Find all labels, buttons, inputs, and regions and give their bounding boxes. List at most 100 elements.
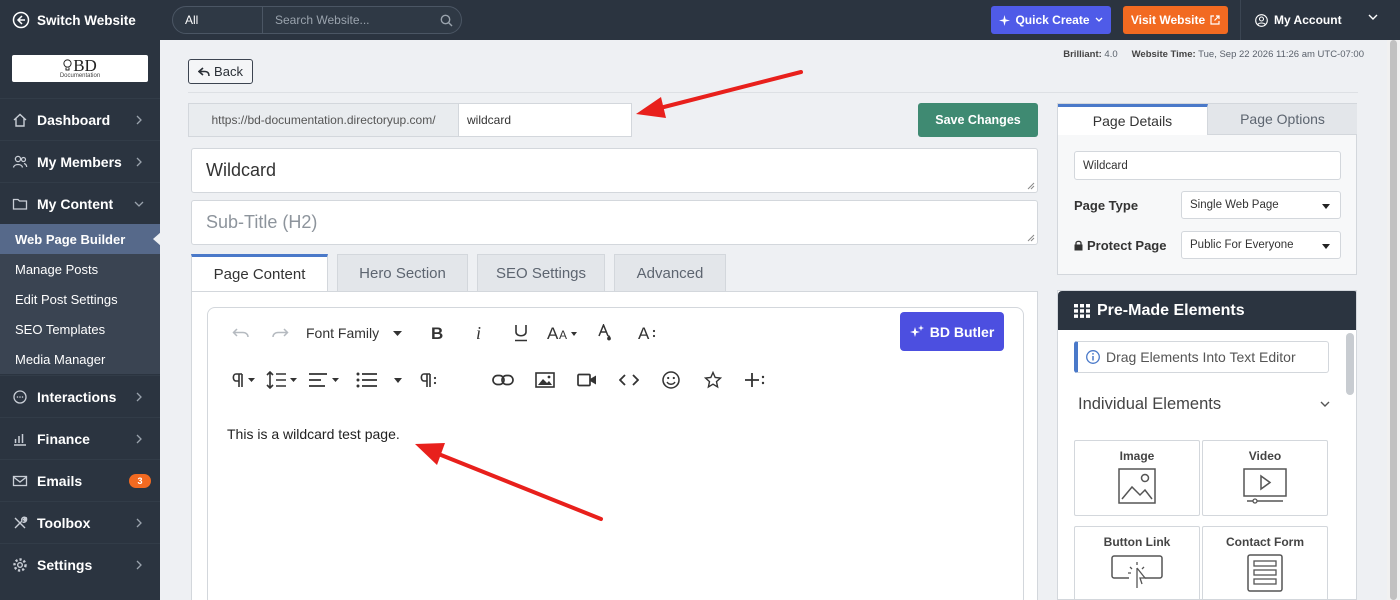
resize-grip-icon[interactable] (1027, 182, 1035, 190)
page-details-panel: Page Details Page Options Wildcard Page … (1057, 103, 1357, 275)
top-bar: Switch Website All Search Website... Qui… (0, 0, 1400, 40)
underline-icon[interactable] (500, 319, 542, 347)
list-options-caret-icon[interactable] (388, 366, 408, 394)
sidebar-item-label: Interactions (37, 388, 117, 405)
page-subtitle-input[interactable]: Sub-Title (H2) (191, 200, 1038, 245)
resize-grip-icon[interactable] (1027, 234, 1035, 242)
font-family-label: Font Family (306, 325, 380, 341)
panel-scrollbar[interactable] (1346, 333, 1354, 395)
sidebar-subitem-web-page-builder[interactable]: Web Page Builder (0, 224, 161, 254)
tab-page-options[interactable]: Page Options (1208, 104, 1357, 135)
protect-page-select[interactable]: Public For Everyone (1181, 231, 1341, 259)
sidebar-item-interactions[interactable]: Interactions (0, 375, 160, 417)
switch-website-label: Switch Website (37, 12, 136, 28)
paragraph-format-icon[interactable] (226, 366, 262, 394)
undo-icon[interactable] (228, 319, 254, 347)
chevron-right-icon (136, 518, 142, 528)
drag-hint-text: Drag Elements Into Text Editor (1106, 349, 1296, 365)
star-icon[interactable] (692, 366, 734, 394)
sidebar-item-my-content[interactable]: My Content (0, 182, 160, 224)
line-height-icon[interactable] (262, 366, 304, 394)
video-icon[interactable] (566, 366, 608, 394)
bold-icon[interactable]: B (416, 319, 458, 347)
page-name-input[interactable]: Wildcard (1074, 151, 1341, 180)
svg-text:A: A (638, 325, 650, 341)
editor-body-text[interactable]: This is a wildcard test page. (227, 426, 400, 442)
page-type-select[interactable]: Single Web Page (1181, 191, 1341, 219)
caret-down-icon (393, 330, 403, 336)
sidebar-item-label: My Members (37, 153, 122, 170)
page-title-input[interactable]: Wildcard (191, 148, 1038, 193)
link-icon[interactable] (482, 366, 524, 394)
quick-create-button[interactable]: Quick Create (991, 6, 1111, 34)
tab-advanced[interactable]: Advanced (614, 254, 726, 292)
redo-icon[interactable] (254, 319, 306, 347)
video-player-icon (1243, 468, 1287, 504)
sidebar-item-label: Settings (37, 556, 93, 573)
element-contact-form-card[interactable]: Contact Form (1202, 526, 1328, 599)
emoji-icon[interactable] (650, 366, 692, 394)
premade-elements-panel: Pre-Made Elements Drag Elements Into Tex… (1057, 290, 1357, 600)
sparkle-icon (999, 14, 1011, 26)
annotation-arrow-url (636, 70, 803, 118)
sidebar-item-my-members[interactable]: My Members (0, 140, 160, 182)
tab-page-details[interactable]: Page Details (1058, 104, 1208, 135)
logo-text: BD (73, 55, 97, 75)
tab-page-content[interactable]: Page Content (191, 254, 328, 292)
element-button-link-card[interactable]: Button Link (1074, 526, 1200, 599)
visit-website-button[interactable]: Visit Website (1123, 6, 1228, 34)
sidebar-item-settings[interactable]: Settings (0, 543, 160, 585)
tab-hero-section[interactable]: Hero Section (337, 254, 468, 292)
save-changes-button[interactable]: Save Changes (918, 103, 1038, 137)
unordered-list-icon[interactable] (346, 366, 388, 394)
back-button[interactable]: Back (188, 59, 253, 84)
page-slug-input[interactable]: wildcard (459, 104, 631, 136)
paragraph-style-icon[interactable] (408, 366, 450, 394)
image-icon[interactable] (524, 366, 566, 394)
page-url-group: https://bd-documentation.directoryup.com… (188, 103, 632, 137)
sidebar-item-label: Emails (37, 472, 83, 489)
element-video-card[interactable]: Video (1202, 440, 1328, 516)
chevron-right-icon (136, 392, 142, 402)
text-style-icon[interactable]: A (626, 319, 668, 347)
sidebar-subitem-manage-posts[interactable]: Manage Posts (0, 254, 160, 284)
tab-seo-settings[interactable]: SEO Settings (477, 254, 605, 292)
individual-elements-toggle[interactable]: Individual Elements (1078, 395, 1330, 414)
protect-page-value: Public For Everyone (1190, 239, 1294, 251)
code-view-icon[interactable] (608, 366, 650, 394)
tools-icon (14, 516, 28, 528)
sidebar-item-toolbox[interactable]: Toolbox (0, 501, 160, 543)
align-icon[interactable] (304, 366, 346, 394)
element-image-card[interactable]: Image (1074, 440, 1200, 516)
sidebar-item-emails[interactable]: Emails 3 (0, 459, 160, 501)
sidebar-item-dashboard[interactable]: Dashboard (0, 98, 160, 140)
text-color-icon[interactable] (584, 319, 626, 347)
bd-butler-button[interactable]: BD Butler (900, 312, 1004, 351)
switch-website-button[interactable]: Switch Website (0, 0, 160, 40)
cursor-click-icon (1111, 555, 1163, 588)
font-family-select[interactable]: Font Family (306, 319, 416, 347)
grid-icon (1074, 303, 1090, 318)
font-size-icon[interactable]: AA (542, 319, 584, 347)
text-editor[interactable]: Font Family B i AA A (207, 307, 1024, 600)
site-logo[interactable]: BD Documentation (12, 55, 148, 82)
sidebar-subitem-edit-post-settings[interactable]: Edit Post Settings (0, 284, 160, 314)
mail-icon (12, 475, 28, 486)
sidebar-subitem-media-manager[interactable]: Media Manager (0, 344, 160, 374)
sidebar-subitem-seo-templates[interactable]: SEO Templates (0, 314, 160, 344)
page-scrollbar[interactable] (1387, 40, 1400, 600)
search-input[interactable]: Search Website... (263, 7, 431, 33)
search-icon[interactable] (431, 7, 461, 33)
chevron-down-icon (1320, 401, 1330, 407)
insert-more-icon[interactable] (734, 366, 776, 394)
search-scope-select[interactable]: All (173, 7, 263, 33)
element-label: Video (1248, 449, 1282, 463)
arrow-left-circle-icon (12, 11, 30, 29)
my-account-menu[interactable]: My Account (1240, 0, 1400, 40)
caret-down-icon (1322, 204, 1330, 209)
page-scroll-thumb[interactable] (1390, 40, 1397, 600)
sidebar-item-finance[interactable]: Finance (0, 417, 160, 459)
italic-icon[interactable]: i (458, 319, 500, 347)
svg-text:A: A (559, 328, 567, 341)
sidebar: BD Documentation Dashboard My Members My… (0, 40, 161, 600)
